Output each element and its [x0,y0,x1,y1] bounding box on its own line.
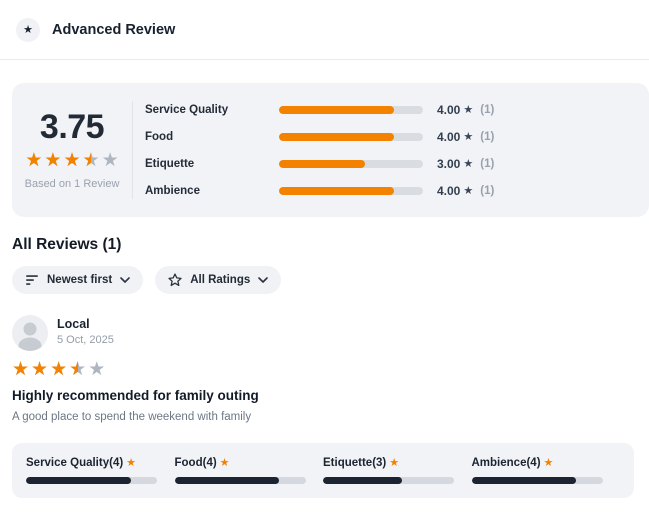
category-chip: Food(4)★ [175,456,324,484]
category-value: 4.00 ★ (1) [437,103,494,117]
chip-label: Service Quality [26,457,109,469]
chip-head: Service Quality(4)★ [26,456,175,469]
average-star-rating: ★★★★★★★★★★ [25,151,118,170]
chip-count: (4) [109,457,123,469]
category-label: Food [145,131,279,143]
rating-count: (1) [480,185,494,197]
review-author-name: Local [57,317,114,331]
average-rating-value: 3.75 [40,110,104,144]
chip-rating-bar [472,477,603,484]
review-date: 5 Oct, 2025 [57,334,114,346]
star-icon: ★ [220,456,230,469]
review-author-block: Local 5 Oct, 2025 [12,315,649,351]
star-icon: ★★ [69,360,86,379]
star-icon: ★★ [63,151,80,170]
page-title: Advanced Review [52,22,175,38]
category-ratings-list: Service Quality 4.00 ★ (1) Food 4.00 ★ (… [133,96,649,204]
chip-rating-bar-fill [26,477,131,484]
category-label: Ambience [145,185,279,197]
rating-bar [279,106,423,114]
all-reviews-heading: All Reviews (1) [12,236,649,254]
ratings-filter-label: All Ratings [190,274,250,286]
star-icon: ★ [463,184,473,197]
rating-bar [279,187,423,195]
chip-count: (4) [203,457,217,469]
rating-number: 4.00 [437,103,460,117]
author-meta: Local 5 Oct, 2025 [57,315,114,351]
chip-head: Ambience(4) ★ [472,456,621,469]
star-icon: ★ [389,456,399,469]
category-value: 3.00 ★ (1) [437,157,494,171]
chip-rating-bar-fill [175,477,280,484]
rating-number: 4.00 [437,184,460,198]
category-label: Etiquette [145,158,279,170]
rating-bar [279,160,423,168]
category-value: 4.00 ★ (1) [437,184,494,198]
rating-count: (1) [480,131,494,143]
rating-bar-fill [279,187,394,195]
category-chip: Etiquette(3)★ [323,456,472,484]
sort-dropdown[interactable]: Newest first [12,266,143,294]
rating-number: 3.00 [437,157,460,171]
rating-number: 4.00 [437,130,460,144]
rating-count: (1) [480,158,494,170]
category-row: Etiquette 3.00 ★ (1) [145,150,649,177]
star-icon: ★★ [83,151,100,170]
review-body: A good place to spend the weekend with f… [12,411,649,423]
chip-count: (3) [372,457,386,469]
star-outline-icon [168,273,182,287]
category-label: Service Quality [145,104,279,116]
review-star-rating: ★★★★★★★★★★ [12,360,649,379]
star-icon: ★ [463,157,473,170]
chevron-down-icon [120,277,130,283]
star-icon: ★★ [44,151,61,170]
category-row: Ambience 4.00 ★ (1) [145,177,649,204]
widget-header: ★ Advanced Review [0,0,649,60]
chip-label: Etiquette [323,457,372,469]
chip-label: Food [175,457,203,469]
rating-bar-fill [279,106,394,114]
avatar [12,315,48,351]
star-icon: ★ [463,130,473,143]
ratings-filter-dropdown[interactable]: All Ratings [155,266,281,294]
rating-bar-fill [279,160,365,168]
sort-icon [25,274,39,286]
star-icon: ★ [544,456,554,469]
category-chip: Service Quality(4)★ [26,456,175,484]
chip-head: Food(4)★ [175,456,324,469]
review-filters: Newest first All Ratings [12,266,649,294]
rating-count: (1) [480,104,494,116]
category-row: Food 4.00 ★ (1) [145,123,649,150]
star-icon: ★★ [88,360,105,379]
star-icon: ★★ [50,360,67,379]
chip-rating-bar [323,477,454,484]
overall-rating-block: 3.75 ★★★★★★★★★★ Based on 1 Review [12,110,132,190]
star-badge-icon: ★ [16,18,40,42]
chip-label: Ambience [472,457,527,469]
chip-rating-bar-fill [472,477,577,484]
chip-count: (4) [526,457,540,469]
chip-head: Etiquette(3)★ [323,456,472,469]
category-value: 4.00 ★ (1) [437,130,494,144]
star-icon: ★★ [102,151,119,170]
review-title: Highly recommended for family outing [12,388,649,403]
star-icon: ★ [126,456,136,469]
star-icon: ★★ [31,360,48,379]
star-icon: ★★ [12,360,29,379]
chip-rating-bar-fill [323,477,402,484]
category-row: Service Quality 4.00 ★ (1) [145,96,649,123]
rating-bar-fill [279,133,394,141]
category-chip: Ambience(4) ★ [472,456,621,484]
chip-rating-bar [26,477,157,484]
star-icon: ★ [463,103,473,116]
review-category-chips: Service Quality(4)★ Food(4)★ Etiquette(3… [12,443,634,498]
star-icon: ★★ [25,151,42,170]
chip-rating-bar [175,477,306,484]
sort-dropdown-label: Newest first [47,274,112,286]
based-on-label: Based on 1 Review [25,178,120,190]
rating-summary-card: 3.75 ★★★★★★★★★★ Based on 1 Review Servic… [12,83,649,217]
rating-bar [279,133,423,141]
chevron-down-icon [258,277,268,283]
